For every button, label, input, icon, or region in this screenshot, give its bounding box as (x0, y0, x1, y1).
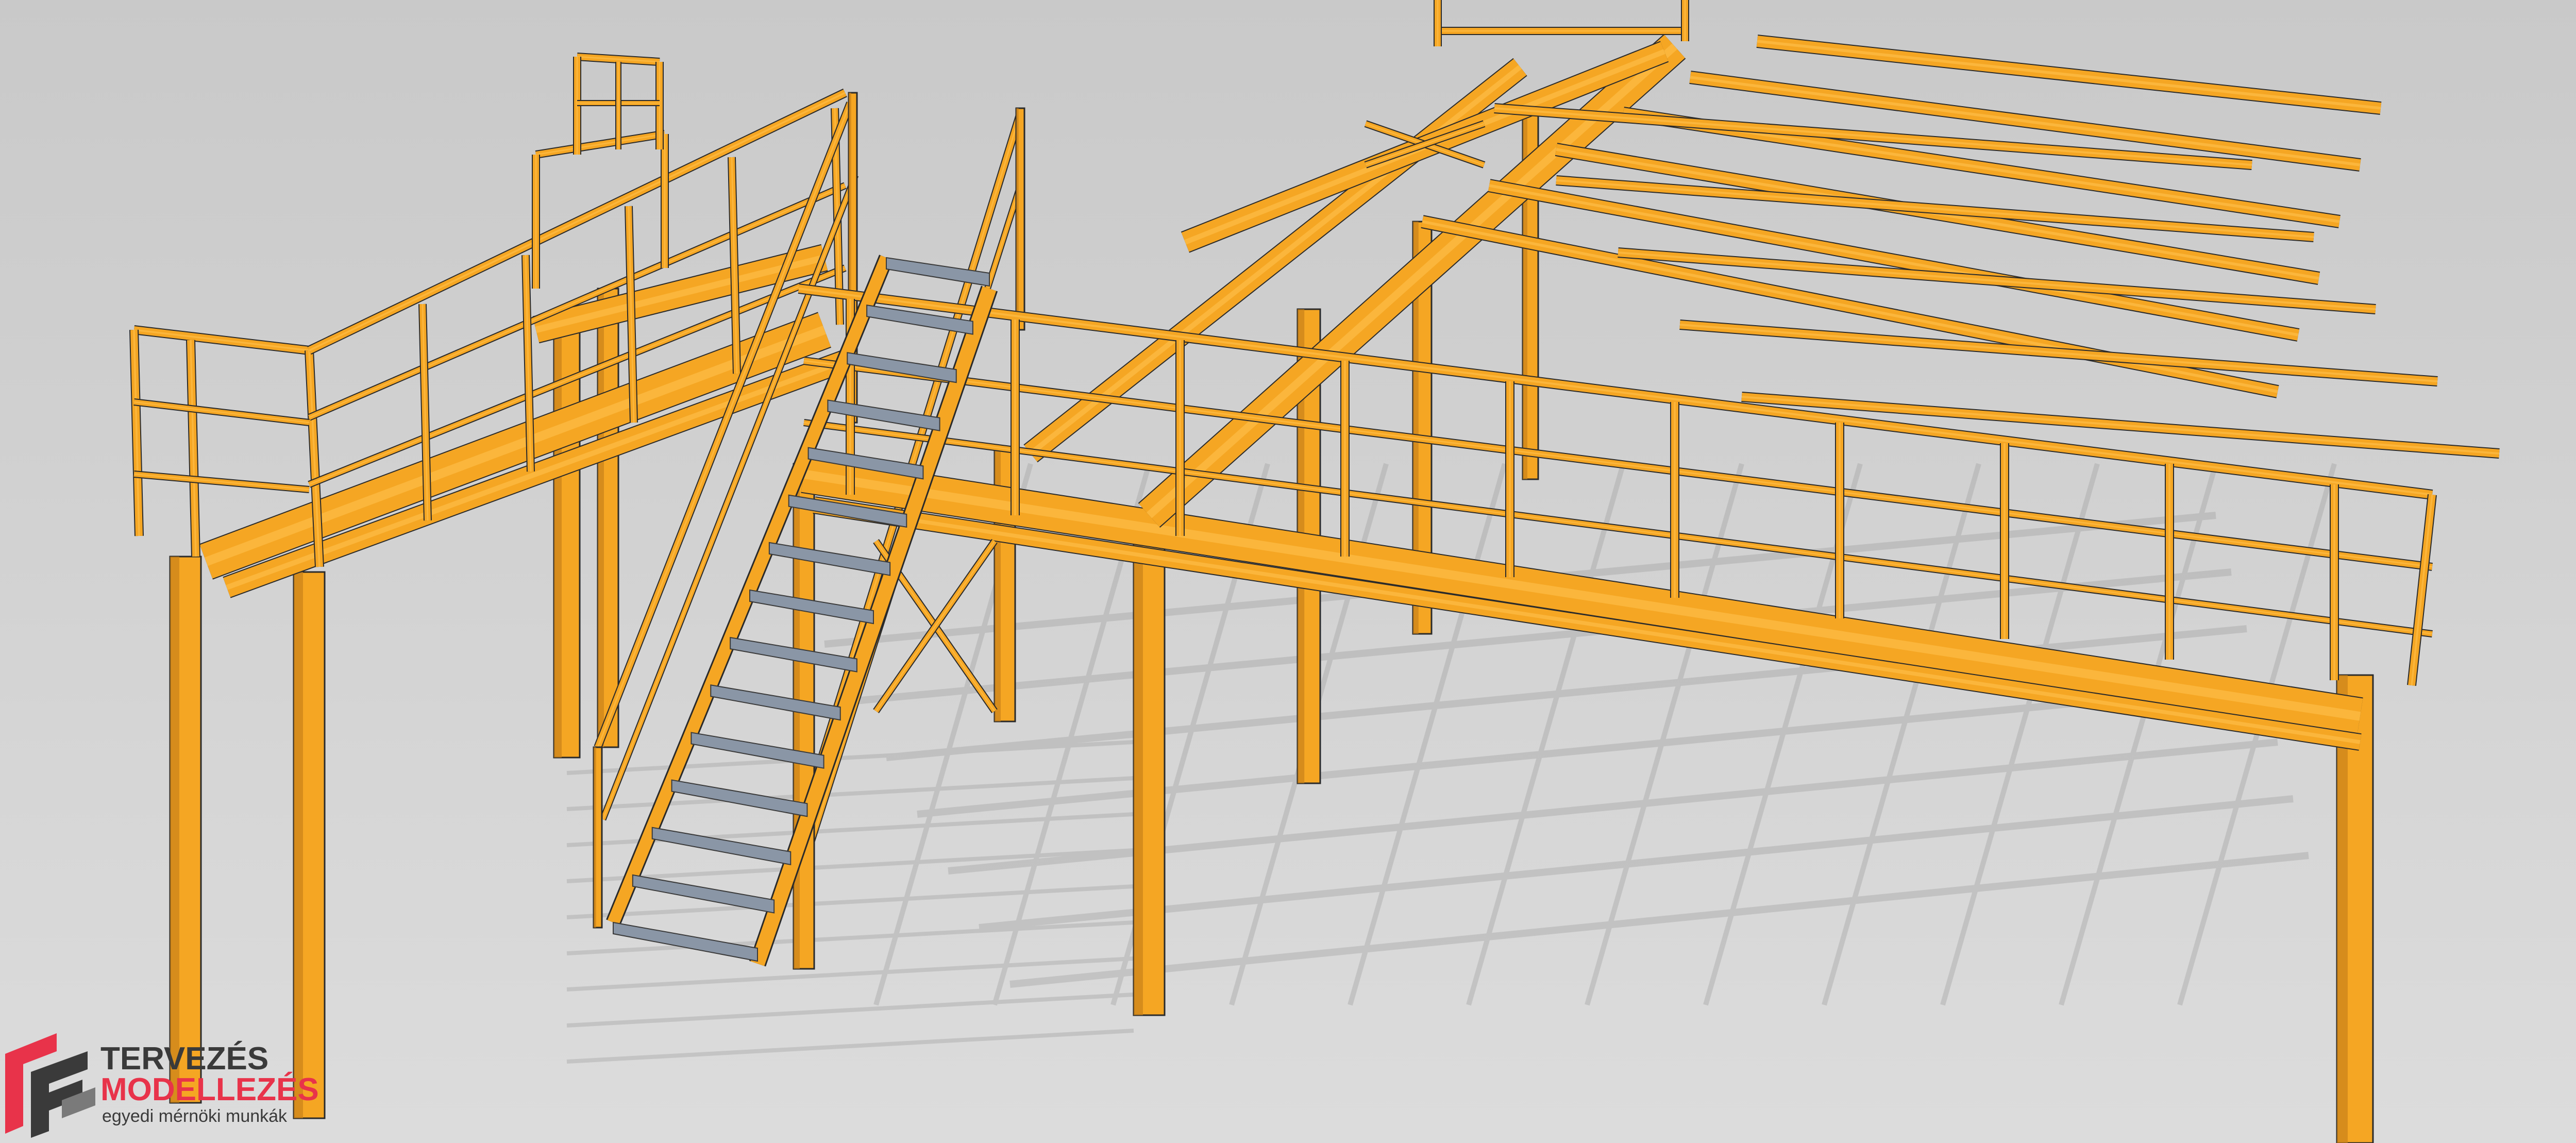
steel-structure-render (0, 0, 2576, 1143)
logo-line-3: egyedi mérnöki munkák (102, 1106, 288, 1126)
logo-mark-icon: TERVEZÉS MODELLEZÉS egyedi mérnöki munká… (5, 1033, 319, 1138)
watermark-logo: TERVEZÉS MODELLEZÉS egyedi mérnöki munká… (0, 1023, 361, 1143)
scene-root: TERVEZÉS MODELLEZÉS egyedi mérnöki munká… (0, 0, 2576, 1143)
logo-line-2: MODELLEZÉS (100, 1072, 319, 1107)
logo-line-1: TERVEZÉS (100, 1041, 268, 1077)
